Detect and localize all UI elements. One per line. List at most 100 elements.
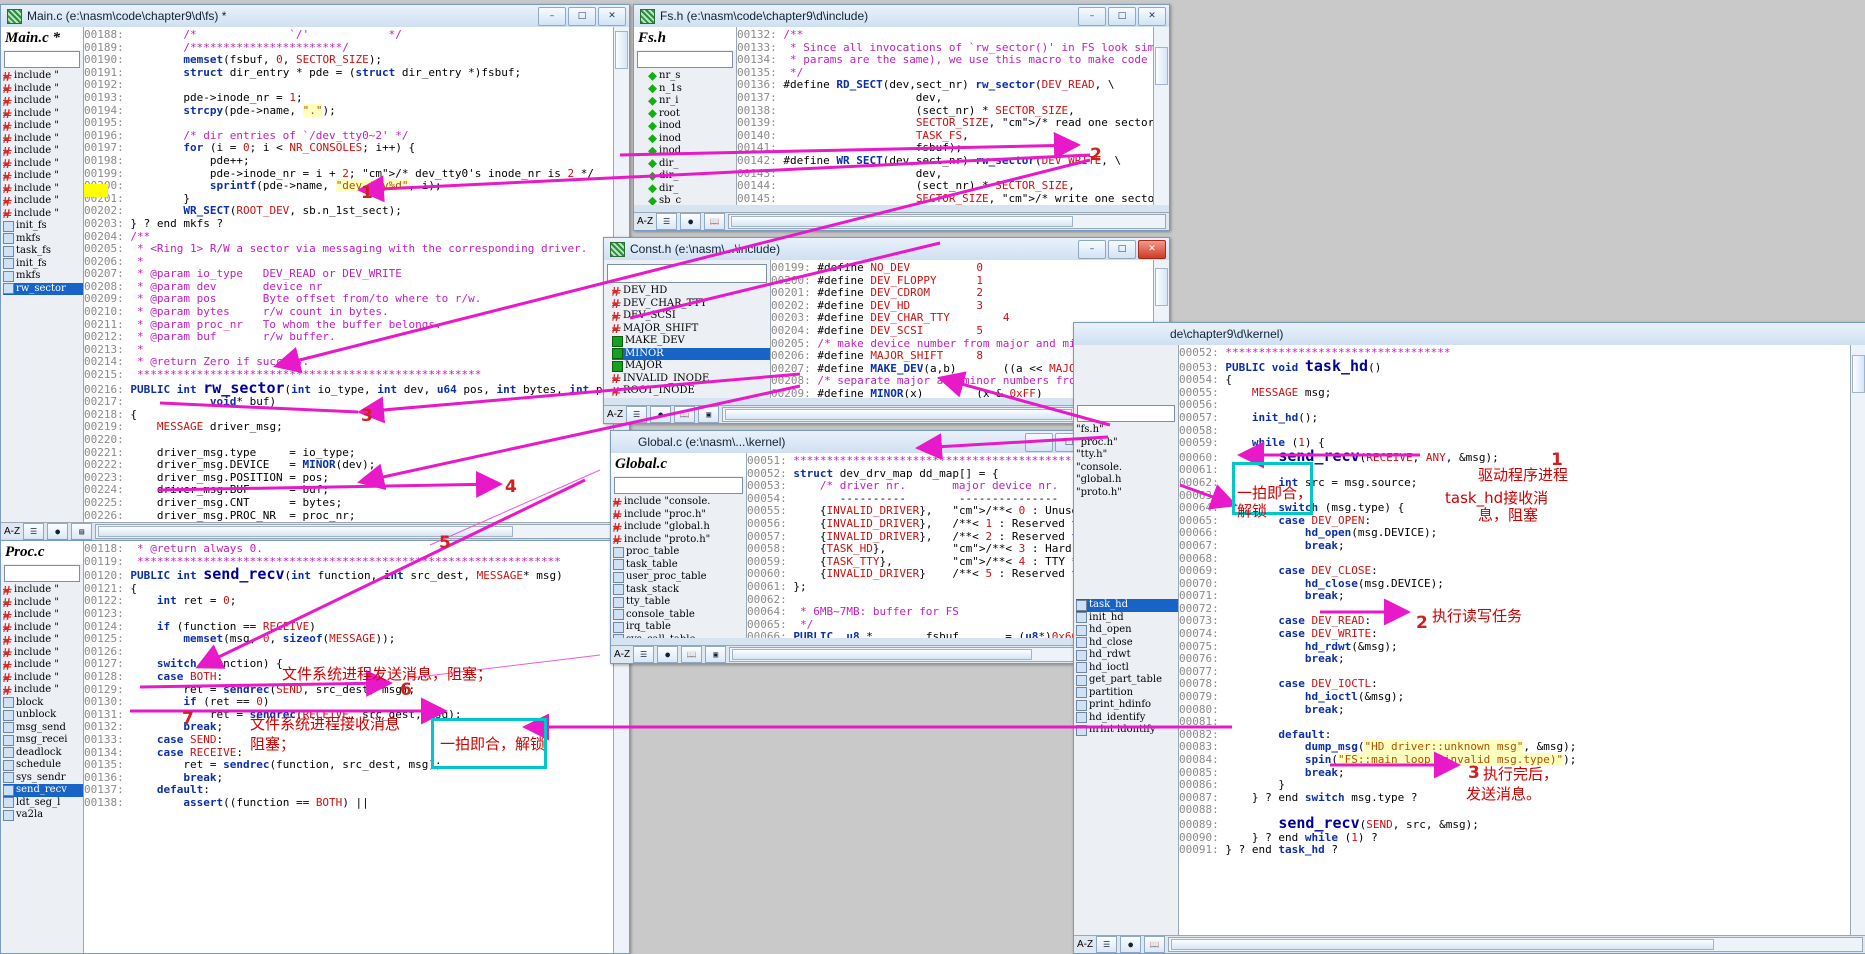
symbol-tree-item[interactable]: nr_s <box>648 70 736 83</box>
symbol-tree-item[interactable]: n_1s <box>648 83 736 96</box>
symbol-tree-item[interactable]: unblock <box>3 709 83 722</box>
symbol-tree-item[interactable]: user_proc_table <box>613 571 746 584</box>
symbol-tree-item[interactable]: console_table <box>613 609 746 622</box>
include-item[interactable]: "proc.h" <box>1076 437 1178 450</box>
symbol-tree-fs-h[interactable]: nr_s n_1s nr_i root inod inod inod dir_ dir_ dir_… <box>634 70 736 205</box>
symbol-panel-main-c[interactable]: Main.c * include " include " include " incl… <box>1 27 84 540</box>
symbol-tree-item[interactable]: hd_open <box>1076 624 1178 637</box>
sort-az-label[interactable]: A-Z <box>607 409 623 420</box>
symbol-tree-item[interactable]: include " <box>3 183 83 196</box>
close-button[interactable]: ✕ <box>1138 6 1166 26</box>
symbol-tree-item[interactable]: mkfs <box>3 233 83 246</box>
symbol-tree-item[interactable]: get_part_table <box>1076 674 1178 687</box>
code-line[interactable]: 00205: * <Ring 1> R/W a sector via messa… <box>84 242 613 256</box>
code-line[interactable]: 00058: {TASK_HD}, "cm">/**< 3 : Hard dis… <box>747 542 1100 556</box>
symbol-tree-item[interactable]: task_stack <box>613 584 746 597</box>
sort-az-label[interactable]: A-Z <box>614 649 630 660</box>
code-line[interactable]: 00053: /* driver nr. major device nr. <box>747 479 1100 493</box>
list-view-icon[interactable]: ☰ <box>1096 936 1118 953</box>
symbol-tree-item[interactable]: nr_i <box>648 95 736 108</box>
symbol-tree-item[interactable]: DEV_HD <box>612 285 770 298</box>
symbol-tree-item[interactable]: sys_sendr <box>3 772 83 785</box>
code-line[interactable]: 00201: #define DEV_CDROM 2 <box>771 286 1153 300</box>
symbol-tree-global-c[interactable]: include "console. include "proc.h" include… <box>611 496 746 638</box>
horizontal-scrollbar[interactable] <box>95 524 626 539</box>
code-line[interactable]: 00120: PUBLIC int send_recv(int function… <box>84 567 613 583</box>
code-line[interactable]: 00138: assert((function == BOTH) || <box>84 796 613 810</box>
horizontal-scrollbar[interactable] <box>1168 937 1863 952</box>
properties-icon[interactable]: ▣ <box>705 646 727 663</box>
code-line[interactable]: 00071: break; <box>1179 589 1850 603</box>
window-hd-c[interactable]: de\chapter9\d\kernel) "fs.h" "proc.h" "tty… <box>1073 322 1865 954</box>
code-area-fs-h[interactable]: 00132: /** 00133: * Since all invocations… <box>737 27 1153 205</box>
code-line[interactable]: 00066: PUBLIC u8 * fsbuf = (u8*)0x600000… <box>747 631 1100 638</box>
symbol-tree-item[interactable]: ldt_seg_l <box>3 797 83 810</box>
code-line[interactable]: 00191: struct dir_entry * pde = (struct … <box>84 66 613 80</box>
includes-list-hd-c[interactable]: "fs.h" "proc.h" "tty.h" "console. "global.h "… <box>1074 424 1178 499</box>
horizontal-scrollbar[interactable] <box>729 647 1113 662</box>
symbol-tree-item[interactable]: print_hdinfo <box>1076 699 1178 712</box>
symbol-tree-item[interactable]: task_table <box>613 559 746 572</box>
code-line[interactable]: 00079: hd_ioctl(&msg); <box>1179 690 1850 704</box>
symbol-tree-item[interactable]: init_fs <box>3 258 83 271</box>
minimize-button[interactable]: – <box>1025 432 1053 452</box>
include-item[interactable]: "tty.h" <box>1076 449 1178 462</box>
horizontal-scrollbar[interactable] <box>728 214 1166 229</box>
code-line[interactable]: 00220: <box>84 433 613 447</box>
symbol-tree-item[interactable]: block <box>3 697 83 710</box>
symbol-tree-item[interactable]: include " <box>3 120 83 133</box>
sort-az-label[interactable]: A-Z <box>4 526 20 537</box>
maximize-button[interactable]: □ <box>568 6 596 26</box>
symbol-tree-item[interactable]: MAJOR <box>612 360 770 373</box>
list-view-icon[interactable]: ☰ <box>656 213 678 230</box>
symbol-tree-item[interactable]: include "proto.h" <box>613 534 746 547</box>
minimize-button[interactable]: – <box>538 6 566 26</box>
symbol-tree-item[interactable]: send_recv <box>3 784 83 797</box>
code-line[interactable]: 00052: *********************************… <box>1179 346 1850 360</box>
symbol-tree-item[interactable]: tty_table <box>613 596 746 609</box>
symbol-tree-proc-c[interactable]: include " include " include " include " incl… <box>1 584 83 953</box>
symbol-tree-item[interactable]: include " <box>3 170 83 183</box>
symbol-tree-item[interactable]: MAJOR_SHIFT <box>612 323 770 336</box>
symbol-tree-item[interactable]: msg_send <box>3 722 83 735</box>
symbol-tree-item[interactable]: DEV_CHAR_TTY <box>612 298 770 311</box>
symbol-search-input[interactable] <box>4 51 80 68</box>
minimize-button[interactable]: – <box>1078 239 1106 259</box>
titlebar-main-c[interactable]: Main.c (e:\nasm\code\chapter9\d\fs) * – … <box>1 5 629 27</box>
symbol-tree-item[interactable]: ROOT_INODE <box>612 385 770 398</box>
code-line[interactable]: 00200: sprintf(pde->name, "dev_tty%d", i… <box>84 179 613 193</box>
code-area-global-c[interactable]: 00051: *********************************… <box>747 453 1100 638</box>
symbol-tree-item[interactable]: include " <box>3 95 83 108</box>
code-line[interactable]: 00194: strcpy(pde->name, "."); <box>84 103 613 118</box>
symbol-search-input[interactable] <box>614 477 743 494</box>
symbol-panel-global-c[interactable]: Global.c include "console. include "proc.… <box>611 453 747 638</box>
list-view-icon[interactable]: ☰ <box>23 523 45 540</box>
symbol-search-input[interactable] <box>4 565 80 582</box>
code-line[interactable]: 00056: {INVALID_DRIVER}, /**< 1 : Reserv… <box>747 517 1100 531</box>
symbol-tree-main-c[interactable]: include " include " include " include " incl… <box>1 70 83 540</box>
code-line[interactable]: 00193: pde->inode_nr = 1; <box>84 91 613 105</box>
symbol-tree-item[interactable]: include " <box>3 622 83 635</box>
code-line[interactable]: 00217: void* buf) <box>84 395 613 409</box>
symbol-tree-item[interactable]: rw_sector <box>3 282 83 295</box>
symbol-tree-item[interactable]: irq_table <box>613 621 746 634</box>
symbol-search-input[interactable] <box>1077 405 1175 422</box>
code-line[interactable]: 00067: break; <box>1179 539 1850 553</box>
symbol-tree-item[interactable]: hd_identify <box>1076 712 1178 725</box>
code-line[interactable]: 00215: *********************************… <box>84 368 613 382</box>
maximize-button[interactable]: □ <box>1108 239 1136 259</box>
symbol-tree-item[interactable]: include " <box>3 647 83 660</box>
book-icon[interactable]: 📖 <box>704 213 726 230</box>
symbol-tree-item[interactable]: DEV_SCSI <box>612 310 770 323</box>
include-item[interactable]: "fs.h" <box>1076 424 1178 437</box>
symbol-tree-item[interactable]: include " <box>3 83 83 96</box>
symbol-tree-item[interactable]: proc_table <box>613 546 746 559</box>
code-line[interactable]: 00137: default: <box>84 783 613 797</box>
statusbar-global-c[interactable]: A-Z ☰ ● 📖 ▣ <box>611 645 1116 663</box>
close-button[interactable]: ✕ <box>598 6 626 26</box>
symbol-tree-item[interactable]: root <box>648 108 736 121</box>
book-icon[interactable]: 📖 <box>681 646 703 663</box>
symbol-tree-item[interactable]: include "console. <box>613 496 746 509</box>
symbol-type-icon[interactable]: ● <box>1120 936 1142 953</box>
symbol-tree-item[interactable]: partition <box>1076 687 1178 700</box>
